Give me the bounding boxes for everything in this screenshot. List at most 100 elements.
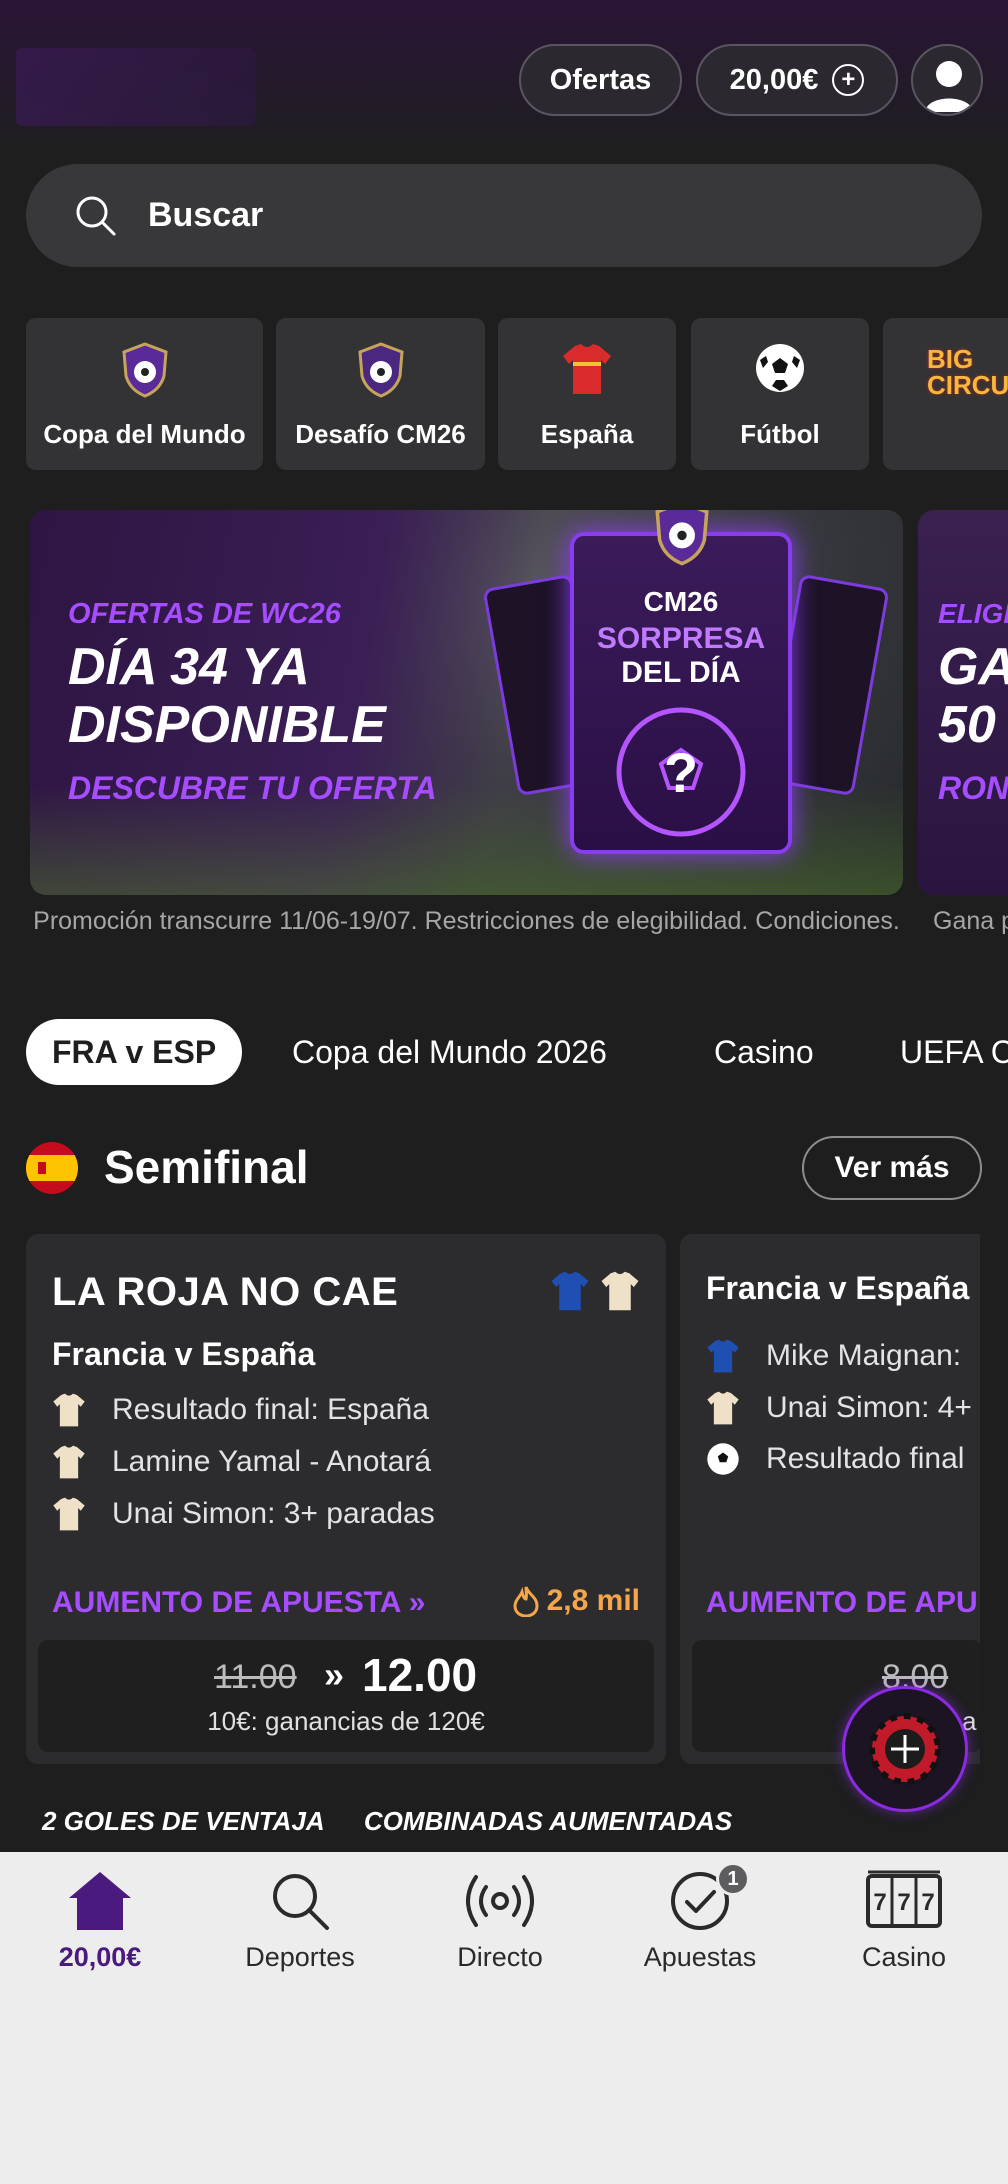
popularity-count: 2,8 mil [546,1584,640,1617]
surprise-card-title: CM26 [643,586,719,617]
see-more-button[interactable]: Ver más [802,1136,982,1200]
bet-selection: Resultado final: España [52,1392,429,1428]
home-icon [69,1872,131,1930]
spain-flag-icon [26,1142,78,1194]
nav-home[interactable]: 20,00€ [0,1870,200,1973]
bet-selection: Mike Maignan: [706,1338,961,1374]
svg-text:?: ? [664,741,698,804]
big-circus-logo-text: BIG CIRCUS [927,344,1008,400]
balance-button[interactable]: 20,00€ + [696,44,898,116]
banner-kicker: OFERTAS DE WC26 [68,598,341,630]
search-icon [273,1874,329,1930]
bet-card-heading: LA ROJA NO CAE [52,1270,399,1314]
challenge-shield-icon [357,342,404,398]
bet-card[interactable]: LA ROJA NO CAE Francia v España Resultad… [26,1234,666,1764]
bet-selection-label: Mike Maignan: [766,1339,962,1372]
svg-text:7: 7 [897,1889,910,1916]
promo-banner-carousel[interactable]: OFERTAS DE WC26 DÍA 34 YA DISPONIBLE DES… [30,510,1008,895]
france-jersey-icon [551,1271,589,1311]
offers-button-label: Ofertas [549,63,652,96]
category-espana[interactable]: España [498,318,676,470]
boosted-odds-button[interactable]: 11.00 » 12.00 10€: ganancias de 120€ [38,1640,654,1752]
search-icon [76,196,116,235]
bet-selection: Resultado final [706,1442,964,1476]
nav-directo[interactable]: Directo [400,1870,600,1973]
category-label: España [540,419,634,449]
category-label: Fútbol [740,419,820,449]
tab-copa-del-mundo-2026[interactable]: Copa del Mundo 2026 [292,1019,607,1085]
search-input[interactable]: Buscar [26,164,982,267]
banner-cta-text: DESCUBRE TU OFERTA [68,770,437,806]
bet-selection-label: Resultado final [766,1442,965,1475]
category-label: Copa del Mundo [43,419,246,449]
promo-terms-note-next: Gana p jorna [933,907,1008,935]
banner-headline-line2: 50 [938,696,996,754]
banner-headline: DÍA 34 YA DISPONIBLE [68,638,386,754]
banner-headline: GA 50 [938,638,1008,754]
category-copa-del-mundo[interactable]: Copa del Mundo [26,318,263,470]
nav-casino-label: Casino [861,1942,947,1972]
bets-count-badge: 1 [716,1862,750,1896]
soccer-ball-icon [756,344,804,392]
double-chevron-icon: » [408,1586,426,1619]
promo-strip: 2 GOLES DE VENTAJA COMBINADAS AUMENTADAS [42,1806,764,1837]
banner-headline-line1: GA [938,638,1008,696]
promo-strip-item[interactable]: COMBINADAS AUMENTADAS [364,1806,732,1836]
mystery-ball-icon: ? [616,707,746,837]
category-futbol[interactable]: Fútbol [691,318,869,470]
jersey-icon [707,1391,739,1425]
double-chevron-icon: » [324,1654,345,1695]
banner-kicker: ELIGE [938,598,1008,629]
spain-jersey-icon [563,344,611,394]
new-odds: 12.00 [362,1649,478,1701]
tab-fra-v-esp[interactable]: FRA v ESP [26,1019,243,1085]
boost-label: AUMENTO DE APUESTA » [52,1586,425,1620]
nav-apuestas[interactable]: 1 Apuestas [600,1862,800,1973]
brand-logo[interactable] [16,48,256,126]
potential-winnings: 10€: ganancias de 120€ [207,1706,485,1736]
sport-tabs[interactable]: FRA v ESP Copa del Mundo 2026 Casino UEF… [26,1019,1008,1085]
category-big-circus[interactable]: BIG CIRCUS [883,318,1008,470]
surprise-card-line1: SORPRESA [596,622,766,655]
promo-terms-note[interactable]: Promoción transcurre 11/06-19/07. Restri… [30,906,903,937]
big-circus-game-icon: BIG CIRCUS [927,346,1008,398]
category-label: Desafío CM26 [295,419,466,449]
svg-text:7: 7 [873,1889,886,1916]
spain-away-jersey-icon [601,1271,639,1311]
bet-card[interactable]: Francia v España Mike Maignan: Unai Simo… [680,1234,980,1764]
nav-casino[interactable]: 7 7 7 Casino [804,1870,1004,1973]
world-cup-shield-icon [121,342,168,398]
svg-text:7: 7 [921,1889,934,1916]
old-odds: 11.00 [214,1658,297,1696]
live-broadcast-icon [466,1875,534,1927]
roulette-floating-button[interactable] [842,1686,968,1812]
offers-button[interactable]: Ofertas [519,44,682,116]
boost-label-text: AUMENTO DE APUESTA [52,1586,401,1619]
bet-selection-label: Resultado final: España [112,1393,429,1426]
promo-banner-wc26[interactable]: OFERTAS DE WC26 DÍA 34 YA DISPONIBLE DES… [30,510,903,895]
tab-casino[interactable]: Casino [714,1019,814,1085]
search-placeholder: Buscar [148,196,264,234]
bet-selection: Lamine Yamal - Anotará [52,1444,431,1480]
tab-uefa[interactable]: UEFA C [900,1019,1008,1085]
section-title: Semifinal [104,1141,309,1193]
world-cup-shield-icon [655,510,709,566]
popularity-indicator: 2,8 mil [513,1584,640,1618]
bet-selection: Unai Simon: 3+ paradas [52,1496,435,1532]
promo-banner-next[interactable]: ELIGE GA 50 RON [918,510,1008,895]
surprise-card-line2: DEL DÍA [621,656,741,689]
jersey-icon [53,1497,85,1531]
slot-machine-icon: 7 7 7 [866,1870,942,1928]
bet-selection-label: Unai Simon: 3+ paradas [112,1497,435,1530]
nav-deportes-label: Deportes [245,1942,355,1972]
promo-strip-item[interactable]: 2 GOLES DE VENTAJA [42,1806,325,1836]
category-desafio-cm26[interactable]: Desafío CM26 [276,318,485,470]
bet-card-match: Francia v España [706,1270,970,1306]
profile-avatar-button[interactable] [911,44,983,116]
bet-card-match: Francia v España [52,1336,316,1372]
soccer-ball-icon [707,1443,739,1475]
nav-apuestas-label: Apuestas [643,1942,757,1972]
nav-home-label: 20,00€ [58,1942,142,1972]
nav-deportes[interactable]: Deportes [200,1870,400,1973]
category-carousel[interactable]: Copa del Mundo Desafío CM26 España Fútbo… [26,318,1008,470]
